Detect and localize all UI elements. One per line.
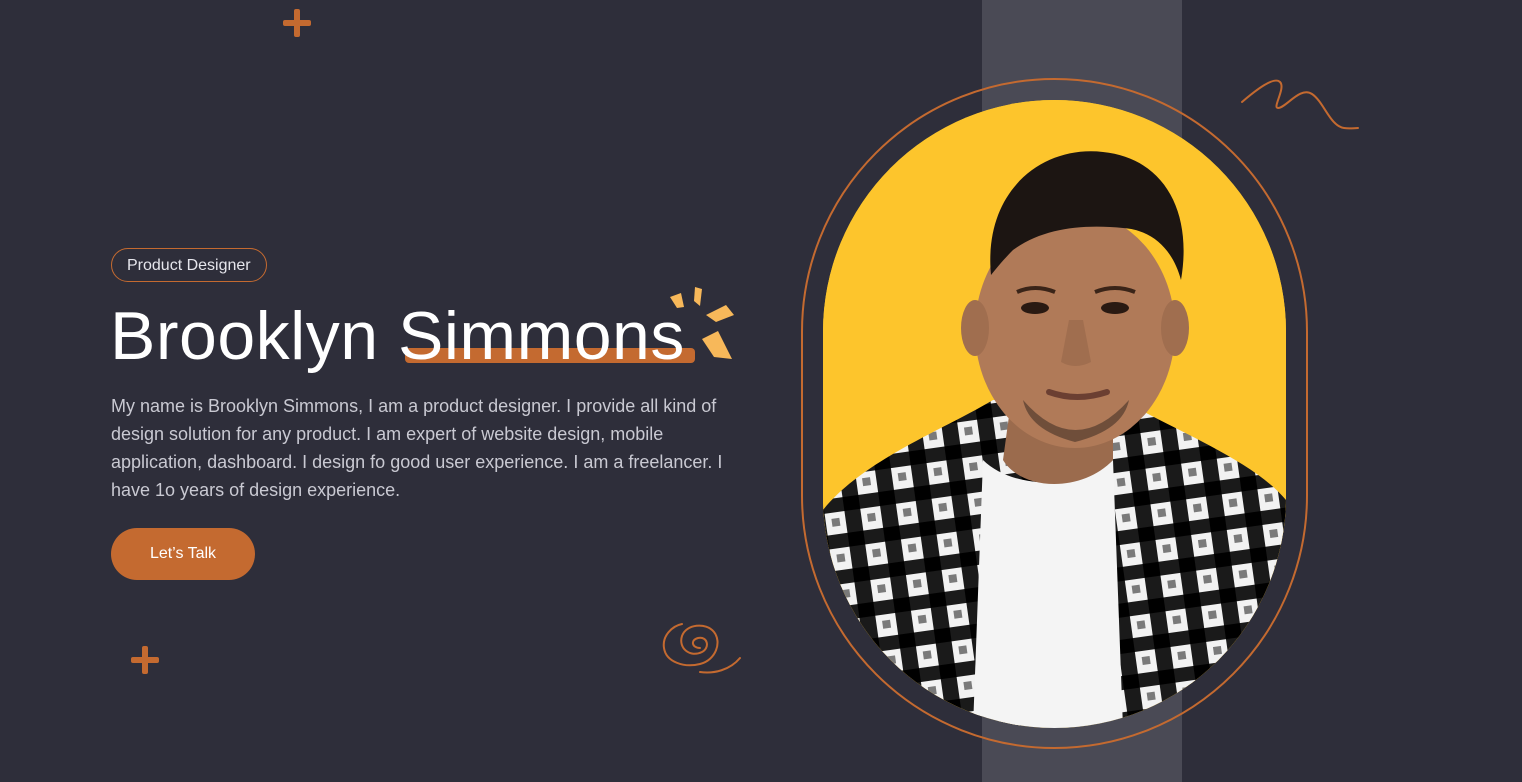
swirl-doodle xyxy=(662,623,741,674)
plus-icon xyxy=(281,7,313,39)
plus-icon xyxy=(129,644,161,676)
last-name: Simmons xyxy=(397,298,685,374)
first-name: Brooklyn xyxy=(110,298,379,374)
squiggle-doodle xyxy=(1241,79,1359,130)
hero-title: Brooklyn Simmons xyxy=(110,296,685,376)
lets-talk-button[interactable]: Let’s Talk xyxy=(111,528,255,580)
role-badge: Product Designer xyxy=(111,248,267,282)
profile-photo xyxy=(823,100,1286,728)
hero-description: My name is Brooklyn Simmons, I am a prod… xyxy=(111,396,723,500)
